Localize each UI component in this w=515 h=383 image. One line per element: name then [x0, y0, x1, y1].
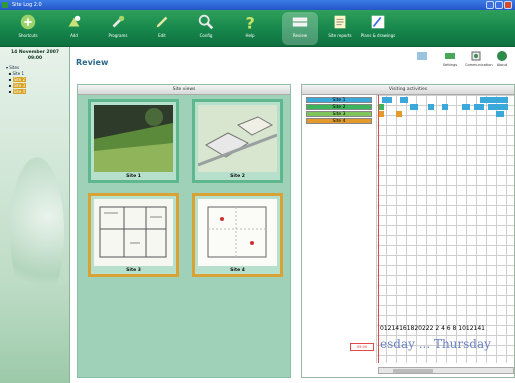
current-date: 14 November 2007 09:00 [11, 50, 59, 61]
activity-block[interactable] [480, 97, 508, 103]
activity-block[interactable] [474, 104, 484, 110]
site-floor-plan [94, 199, 173, 266]
help-icon: ? [246, 13, 255, 31]
app-icon [2, 2, 8, 8]
hour-scale: 01214161820222 2 4 6 8 1012141 [380, 325, 485, 332]
page-title: Review [76, 58, 109, 67]
add-icon [68, 15, 81, 27]
close-button[interactable] [504, 1, 512, 9]
site-thumbnail-1[interactable]: Site 1 [88, 99, 179, 183]
site-drawing [198, 199, 277, 266]
magnifier-icon [198, 14, 214, 30]
current-time-line [378, 95, 379, 363]
site-photo [94, 105, 173, 172]
site-thumbnail-4[interactable]: Site 4 [192, 193, 283, 277]
scrollbar-thumb[interactable] [393, 369, 433, 373]
day-scale: esday ... Thursday [380, 337, 491, 351]
maximize-button[interactable] [495, 1, 503, 9]
svg-text:?: ? [246, 13, 255, 31]
plans-icon [371, 15, 385, 29]
globe-icon [497, 51, 507, 61]
window-title: Site Log 2.0 [12, 2, 42, 8]
tool-4[interactable]: Edit [144, 12, 180, 45]
activity-block[interactable] [382, 97, 392, 103]
window-controls [486, 1, 512, 9]
view-toggle-button[interactable] [411, 50, 433, 63]
activity-block[interactable] [410, 104, 418, 110]
site-legend-column: Site 1 Site 2 Site 3 Site 4 [302, 95, 376, 363]
minimize-button[interactable] [486, 1, 494, 9]
communication-button[interactable]: Communication [465, 50, 493, 67]
site-thumbnail-3[interactable]: Site 3 [88, 193, 179, 277]
edit-icon [156, 16, 168, 28]
grid-view-icon [417, 52, 427, 60]
activity-block[interactable] [488, 104, 508, 110]
review-panel: Review Settings Communication About Site… [71, 47, 515, 383]
report-icon [334, 15, 346, 29]
current-time-marker[interactable]: 09:00 [350, 343, 374, 351]
wrench-icon [112, 15, 125, 28]
tool-site-reports[interactable]: Site reports [322, 12, 358, 45]
site-views-panel: Site views Site 1 Site 2 Site 3 Site 4 [77, 84, 291, 378]
tool-1[interactable]: Shortcuts [10, 12, 46, 45]
site-label-2[interactable]: Site 2 [306, 104, 372, 110]
visiting-activities-header: Visiting activities [302, 85, 514, 95]
tree-item-site-4[interactable]: ▪ Site 4 [6, 89, 27, 95]
settings-icon [445, 53, 455, 59]
tool-5[interactable]: Config [188, 12, 224, 45]
site-label-3[interactable]: Site 3 [306, 111, 372, 117]
activity-block[interactable] [442, 104, 448, 110]
about-button[interactable]: About [491, 50, 513, 67]
tool-review[interactable]: Review [282, 12, 318, 45]
activity-block[interactable] [396, 111, 402, 117]
activity-block[interactable] [496, 111, 504, 117]
site-thumbnail-2[interactable]: Site 2 [192, 99, 283, 183]
decorative-swirl [10, 157, 64, 307]
settings-button[interactable]: Settings [439, 50, 461, 67]
activity-grid[interactable] [376, 95, 514, 363]
tool-6[interactable]: ? Help [232, 12, 268, 45]
activity-block[interactable] [428, 104, 434, 110]
tool-3[interactable]: Programs [100, 12, 136, 45]
main-toolbar: Shortcuts Add Programs Edit Config ? Hel… [0, 10, 515, 47]
site-label-1[interactable]: Site 1 [306, 97, 372, 103]
shortcut-icon [20, 14, 36, 30]
title-bar: Site Log 2.0 [0, 0, 515, 10]
site-aerial-render [198, 105, 277, 172]
visiting-activities-panel: Visiting activities Site 1 Site 2 Site 3… [301, 84, 515, 378]
activity-block[interactable] [400, 97, 408, 103]
tool-2[interactable]: Add [56, 12, 92, 45]
site-views-header: Site views [78, 85, 290, 95]
timeline-scrollbar[interactable] [378, 367, 514, 374]
communication-icon [471, 51, 481, 61]
sidebar: 14 November 2007 09:00 ▾ Sites ▪ Site 1 … [0, 47, 70, 383]
review-icon [292, 17, 308, 27]
site-label-4[interactable]: Site 4 [306, 118, 372, 124]
site-tree: ▾ Sites ▪ Site 1 ▪ Site 2 ▪ Site 3 ▪ Sit… [6, 65, 27, 95]
activity-block[interactable] [462, 104, 470, 110]
tool-plans[interactable]: Plans & drawings [360, 12, 396, 45]
